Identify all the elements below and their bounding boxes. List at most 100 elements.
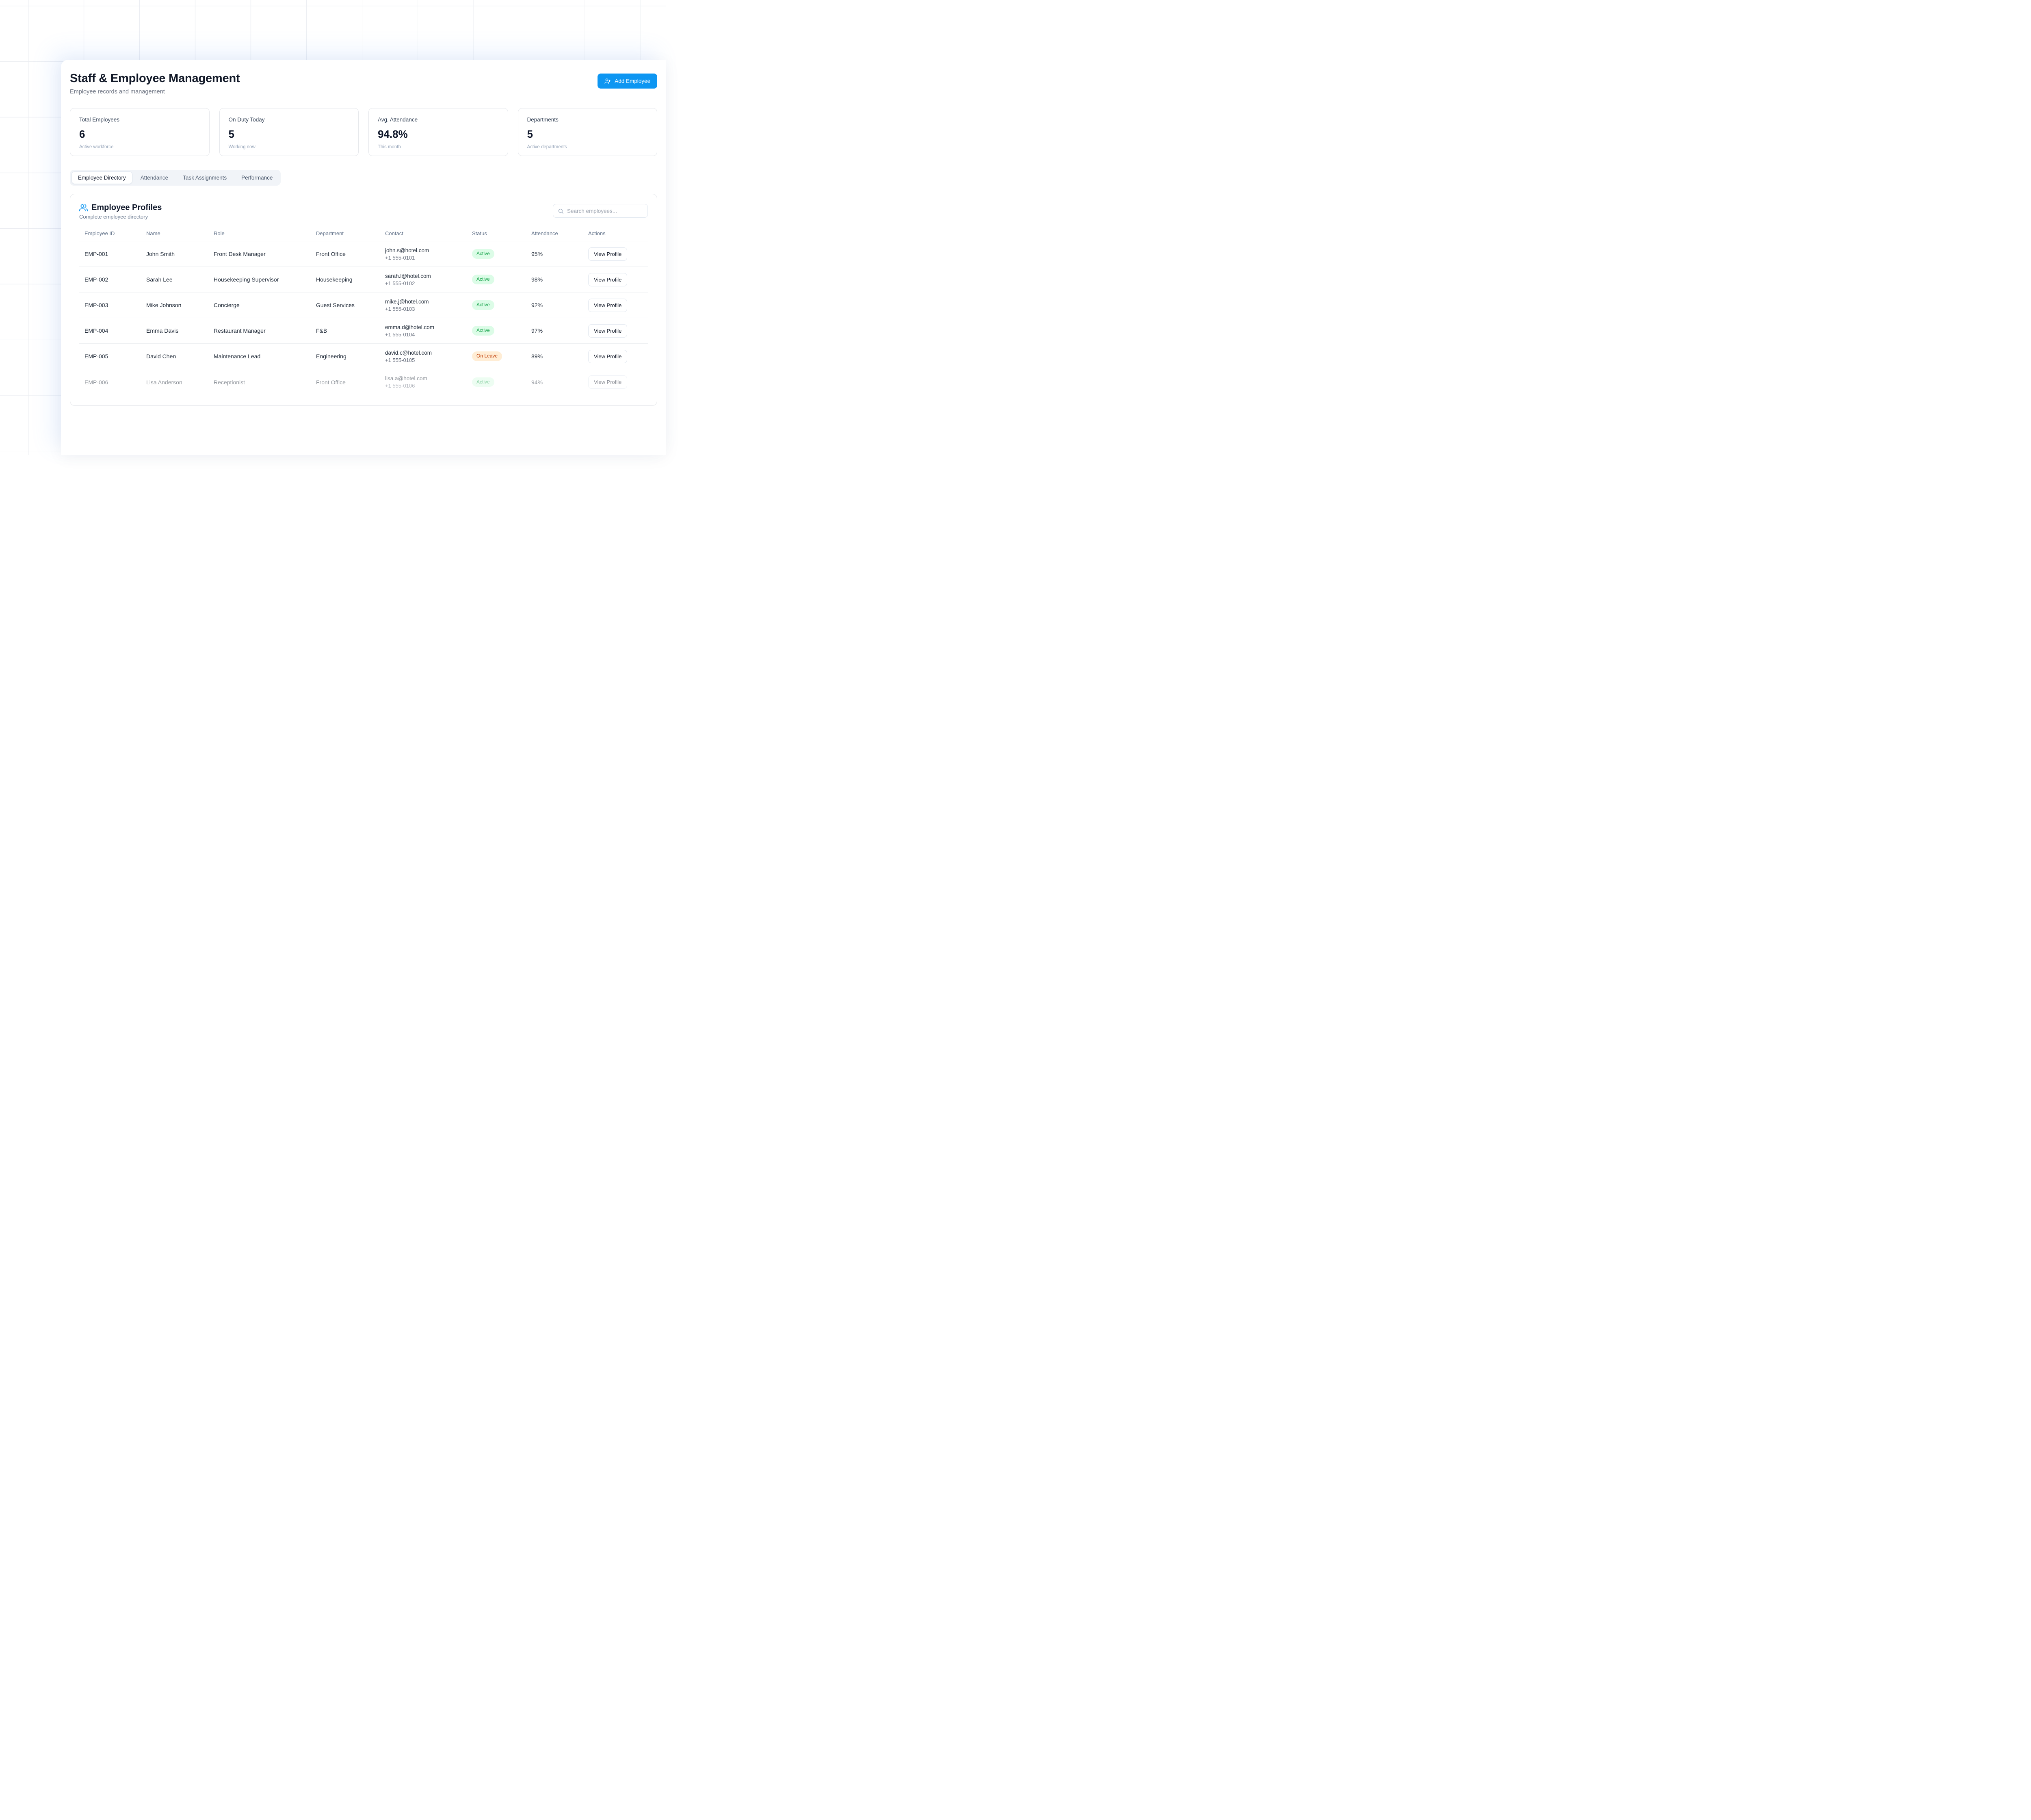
cell-role: Maintenance Lead [208, 349, 311, 364]
status-badge: Active [472, 326, 494, 336]
cell-actions: View Profile [583, 295, 648, 316]
contact-email: mike.j@hotel.com [385, 299, 467, 305]
cell-employee-id: EMP-004 [79, 323, 141, 338]
column-header-attendance: Attendance [526, 230, 583, 236]
cell-status: Active [467, 245, 526, 263]
table-row: EMP-006 Lisa Anderson Receptionist Front… [79, 369, 648, 395]
stat-sublabel: Active workforce [79, 145, 200, 150]
cell-contact: sarah.l@hotel.com +1 555-0102 [380, 269, 467, 290]
table-header-row: Employee ID Name Role Department Contact… [79, 227, 648, 241]
tab-employee-directory[interactable]: Employee Directory [71, 171, 132, 184]
table-row: EMP-003 Mike Johnson Concierge Guest Ser… [79, 292, 648, 318]
column-header-name: Name [141, 230, 208, 236]
view-profile-button[interactable]: View Profile [588, 375, 627, 389]
cell-actions: View Profile [583, 371, 648, 393]
cell-employee-id: EMP-006 [79, 375, 141, 390]
stat-value: 5 [527, 128, 648, 141]
cell-contact: john.s@hotel.com +1 555-0101 [380, 243, 467, 265]
add-employee-button[interactable]: Add Employee [598, 74, 657, 89]
column-header-actions: Actions [583, 230, 648, 236]
cell-department: Engineering [311, 349, 380, 364]
person-plus-icon [604, 78, 611, 84]
contact-phone: +1 555-0105 [385, 357, 467, 363]
tab-performance[interactable]: Performance [235, 171, 279, 184]
column-header-status: Status [467, 230, 526, 236]
contact-email: lisa.a@hotel.com [385, 375, 467, 381]
tab-task-assignments[interactable]: Task Assignments [176, 171, 233, 184]
cell-department: Guest Services [311, 298, 380, 312]
column-header-contact: Contact [380, 230, 467, 236]
cell-name: Mike Johnson [141, 298, 208, 312]
cell-attendance: 97% [526, 323, 583, 338]
cell-name: Emma Davis [141, 323, 208, 338]
view-profile-button[interactable]: View Profile [588, 299, 627, 312]
contact-phone: +1 555-0106 [385, 383, 467, 389]
cell-role: Housekeeping Supervisor [208, 272, 311, 287]
search-box[interactable] [553, 204, 648, 218]
cell-attendance: 98% [526, 272, 583, 287]
contact-email: emma.d@hotel.com [385, 324, 467, 330]
page-title: Staff & Employee Management [70, 72, 240, 85]
contact-email: john.s@hotel.com [385, 247, 467, 254]
cell-attendance: 94% [526, 375, 583, 390]
contact-phone: +1 555-0102 [385, 280, 467, 286]
cell-actions: View Profile [583, 243, 648, 265]
stat-card-total-employees: Total Employees 6 Active workforce [70, 108, 210, 156]
cell-attendance: 89% [526, 349, 583, 364]
cell-employee-id: EMP-001 [79, 247, 141, 261]
employee-profiles-panel: Employee Profiles Complete employee dire… [70, 194, 657, 406]
cell-role: Restaurant Manager [208, 323, 311, 338]
view-profile-button[interactable]: View Profile [588, 247, 627, 261]
stat-sublabel: Working now [229, 145, 350, 150]
panel-subtitle: Complete employee directory [79, 214, 162, 220]
page-subtitle: Employee records and management [70, 89, 240, 95]
stat-value: 6 [79, 128, 200, 141]
contact-phone: +1 555-0101 [385, 255, 467, 261]
cell-name: Lisa Anderson [141, 375, 208, 390]
table-row: EMP-001 John Smith Front Desk Manager Fr… [79, 241, 648, 267]
stat-sublabel: This month [378, 145, 499, 150]
cell-employee-id: EMP-002 [79, 272, 141, 287]
stat-card-on-duty: On Duty Today 5 Working now [219, 108, 359, 156]
cell-employee-id: EMP-005 [79, 349, 141, 364]
column-header-department: Department [311, 230, 380, 236]
view-profile-button[interactable]: View Profile [588, 273, 627, 286]
add-employee-label: Add Employee [615, 78, 650, 84]
cell-actions: View Profile [583, 346, 648, 367]
stat-card-avg-attendance: Avg. Attendance 94.8% This month [368, 108, 508, 156]
cell-status: Active [467, 322, 526, 340]
cell-department: Front Office [311, 247, 380, 261]
view-profile-button[interactable]: View Profile [588, 324, 627, 338]
view-profile-button[interactable]: View Profile [588, 350, 627, 363]
search-input[interactable] [567, 208, 643, 214]
panel-title: Employee Profiles [91, 203, 162, 212]
status-badge: Active [472, 377, 494, 387]
status-badge: Active [472, 275, 494, 284]
page-header: Staff & Employee Management Employee rec… [70, 72, 657, 95]
users-icon [79, 204, 88, 212]
cell-name: John Smith [141, 247, 208, 261]
tab-attendance[interactable]: Attendance [134, 171, 175, 184]
stat-label: Total Employees [79, 117, 200, 123]
contact-email: sarah.l@hotel.com [385, 273, 467, 279]
cell-attendance: 95% [526, 247, 583, 261]
cell-department: Front Office [311, 375, 380, 390]
cell-actions: View Profile [583, 269, 648, 290]
search-icon [558, 208, 564, 214]
cell-name: Sarah Lee [141, 272, 208, 287]
contact-phone: +1 555-0103 [385, 306, 467, 312]
cell-contact: emma.d@hotel.com +1 555-0104 [380, 320, 467, 342]
cell-role: Concierge [208, 298, 311, 312]
table-row: EMP-004 Emma Davis Restaurant Manager F&… [79, 318, 648, 344]
table-row: EMP-005 David Chen Maintenance Lead Engi… [79, 344, 648, 369]
cell-contact: lisa.a@hotel.com +1 555-0106 [380, 371, 467, 393]
main-card: Staff & Employee Management Employee rec… [61, 60, 666, 455]
stat-label: Avg. Attendance [378, 117, 499, 123]
cell-contact: david.c@hotel.com +1 555-0105 [380, 346, 467, 367]
status-badge: Active [472, 249, 494, 259]
stats-row: Total Employees 6 Active workforce On Du… [70, 108, 657, 156]
contact-phone: +1 555-0104 [385, 332, 467, 338]
stat-value: 5 [229, 128, 350, 141]
cell-status: Active [467, 271, 526, 288]
cell-name: David Chen [141, 349, 208, 364]
